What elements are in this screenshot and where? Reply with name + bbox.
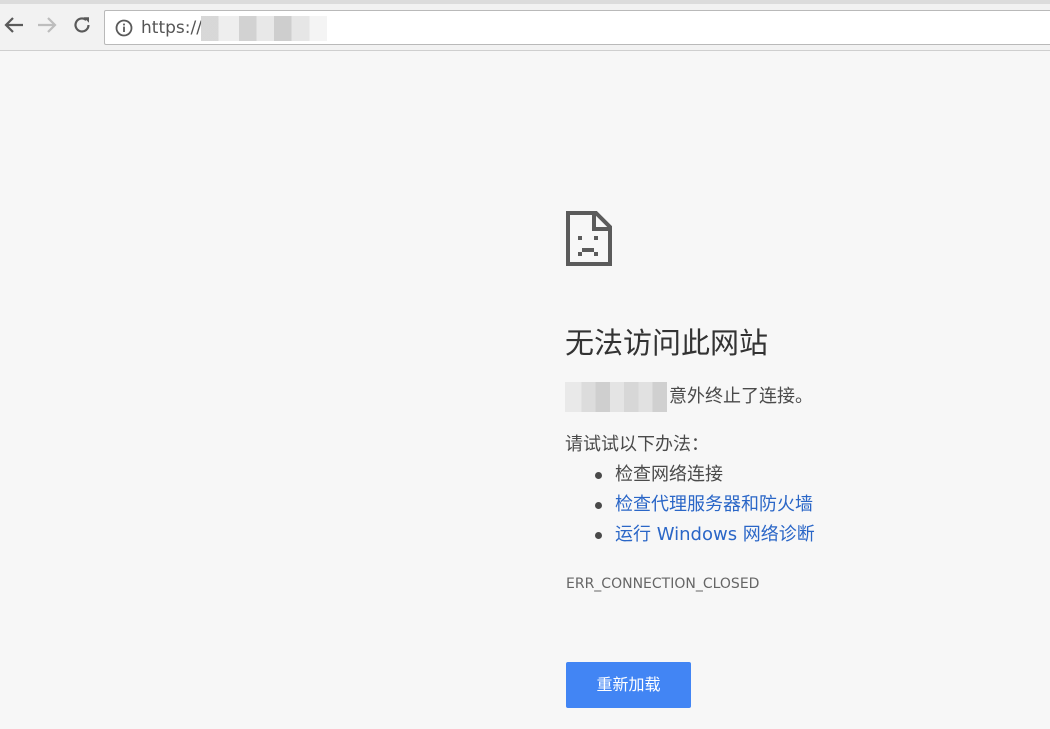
back-button[interactable] (0, 11, 28, 39)
info-icon[interactable] (115, 19, 133, 37)
bullet-dot (595, 532, 602, 539)
redacted-site-name (565, 382, 667, 412)
arrow-left-icon (4, 17, 23, 33)
error-code: ERR_CONNECTION_CLOSED (566, 576, 760, 592)
suggestions-list: 检查网络连接 检查代理服务器和防火墙 运行 Windows 网络诊断 (565, 460, 815, 550)
bullet-dot (595, 472, 602, 479)
error-summary: 意外终止了连接。 (565, 382, 813, 412)
reload-button[interactable]: 重新加载 (566, 662, 691, 708)
reload-button-toolbar[interactable] (68, 11, 96, 39)
check-proxy-firewall-link[interactable]: 检查代理服务器和防火墙 (615, 494, 813, 515)
url-scheme: https:// (141, 18, 202, 38)
reload-icon (74, 17, 90, 33)
error-title: 无法访问此网站 (565, 326, 769, 360)
suggestions-intro: 请试试以下办法： (565, 434, 709, 455)
tab-strip (0, 0, 1050, 4)
browser-toolbar: https:// (0, 0, 1050, 51)
address-bar[interactable]: https:// (104, 10, 1050, 45)
suggestion-label: 检查网络连接 (615, 464, 723, 485)
redacted-url-host (201, 16, 327, 41)
suggestion-check-network: 检查网络连接 (565, 460, 815, 490)
bullet-dot (595, 502, 602, 509)
suggestion-check-proxy-firewall[interactable]: 检查代理服务器和防火墙 (565, 490, 815, 520)
run-windows-diagnostics-link[interactable]: 运行 Windows 网络诊断 (615, 524, 815, 545)
suggestion-run-diagnostics[interactable]: 运行 Windows 网络诊断 (565, 520, 815, 550)
arrow-right-icon (38, 17, 57, 33)
error-summary-text: 意外终止了连接。 (669, 386, 813, 407)
forward-button[interactable] (33, 11, 61, 39)
sad-document-icon (566, 211, 612, 266)
